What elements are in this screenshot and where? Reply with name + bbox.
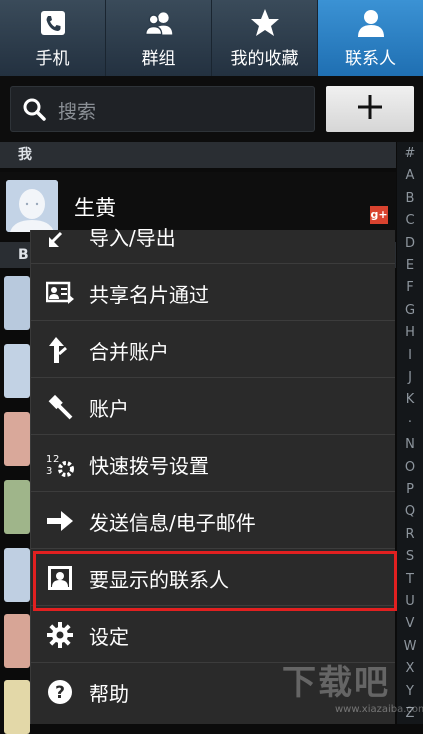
avatar [4, 680, 30, 734]
index-letter[interactable]: R [397, 527, 423, 542]
index-letter[interactable]: W [397, 639, 423, 654]
menu-item-label: 账户 [89, 397, 129, 421]
index-letter[interactable]: · [397, 415, 423, 430]
index-letter[interactable]: # [397, 146, 423, 161]
menu-item-label: 共享名片通过 [89, 283, 209, 307]
svg-text:2: 2 [53, 454, 59, 465]
avatar [4, 548, 30, 602]
index-letter[interactable]: O [397, 460, 423, 475]
index-letter[interactable]: C [397, 213, 423, 228]
merge-icon [45, 335, 75, 365]
menu-item-import-export[interactable]: 导入/导出 [31, 207, 395, 264]
menu-item-accounts[interactable]: 账户 [31, 378, 395, 435]
search-placeholder: 搜索 [58, 101, 97, 123]
svg-text:?: ? [55, 683, 65, 703]
svg-text:1: 1 [46, 454, 52, 465]
avatar [4, 344, 30, 398]
index-letter[interactable]: D [397, 236, 423, 251]
menu-item-label: 合并账户 [89, 340, 169, 364]
search-input[interactable]: 搜索 [10, 86, 315, 132]
index-letter[interactable]: P [397, 482, 423, 497]
tab-contacts[interactable]: 联系人 [318, 0, 423, 76]
speed-dial-icon: 123 [45, 449, 75, 479]
index-letter[interactable]: T [397, 572, 423, 587]
avatar [4, 276, 30, 330]
send-arrow-icon [45, 506, 75, 536]
tab-label: 联系人 [345, 49, 396, 69]
plus-icon [357, 94, 383, 124]
index-letter[interactable]: I [397, 348, 423, 363]
add-contact-button[interactable] [326, 86, 414, 132]
menu-item-merge-accounts[interactable]: 合并账户 [31, 321, 395, 378]
index-letter[interactable]: A [397, 168, 423, 183]
tab-label: 手机 [35, 49, 70, 69]
help-icon: ? [45, 677, 75, 707]
avatar [4, 614, 30, 668]
alphabet-index-bar[interactable]: # A B C D E F G H I J K · N O P Q R S T U V W X Y Z [397, 142, 423, 724]
menu-item-label: 设定 [89, 625, 129, 649]
index-letter[interactable]: B [397, 191, 423, 206]
index-letter[interactable]: J [397, 370, 423, 385]
tab-phone[interactable]: 手机 [0, 0, 106, 76]
index-letter[interactable]: Q [397, 504, 423, 519]
share-card-icon [45, 278, 75, 308]
index-letter[interactable]: S [397, 549, 423, 564]
menu-item-send-message-email[interactable]: 发送信息/电子邮件 [31, 492, 395, 549]
menu-item-label: 帮助 [89, 682, 129, 706]
menu-item-label: 发送信息/电子邮件 [89, 511, 256, 535]
star-icon [250, 8, 280, 38]
menu-item-label: 导入/导出 [89, 226, 176, 250]
highlight-box [33, 551, 397, 611]
menu-item-label: 快速拨号设置 [89, 454, 209, 478]
tab-label: 我的收藏 [230, 49, 299, 69]
key-icon [45, 392, 75, 422]
watermark-url: www.xiazaiba.com [335, 704, 423, 715]
menu-item-share-card[interactable]: 共享名片通过 [31, 264, 395, 321]
import-export-icon [45, 221, 75, 251]
index-letter[interactable]: H [397, 325, 423, 340]
tab-label: 群组 [141, 49, 176, 69]
menu-item-speed-dial[interactable]: 123 快速拨号设置 [31, 435, 395, 492]
index-letter[interactable]: E [397, 258, 423, 273]
index-letter[interactable]: Y [397, 684, 423, 699]
avatar [4, 412, 30, 466]
section-header-me: 我 [0, 142, 396, 168]
index-letter[interactable]: K [397, 392, 423, 407]
svg-text:3: 3 [46, 466, 52, 477]
options-menu: 导入/导出 共享名片通过 合并账户 账户 123 快速拨号设置 发送信息/电子邮… [30, 226, 395, 724]
index-letter[interactable]: X [397, 661, 423, 676]
group-icon [144, 8, 174, 38]
index-letter[interactable]: V [397, 616, 423, 631]
watermark-logo: 下载吧 [282, 663, 390, 703]
search-icon [22, 97, 46, 125]
tab-groups[interactable]: 群组 [106, 0, 212, 76]
index-letter[interactable]: U [397, 594, 423, 609]
phone-icon [38, 8, 68, 38]
search-row: 搜索 [0, 76, 423, 142]
index-letter[interactable]: G [397, 303, 423, 318]
tab-favorites[interactable]: 我的收藏 [212, 0, 318, 76]
index-letter[interactable]: F [397, 280, 423, 295]
gear-icon [45, 620, 75, 650]
avatar [4, 480, 30, 534]
tab-bar: 手机 群组 我的收藏 联系人 [0, 0, 423, 76]
index-letter[interactable]: N [397, 437, 423, 452]
person-icon [356, 8, 386, 38]
